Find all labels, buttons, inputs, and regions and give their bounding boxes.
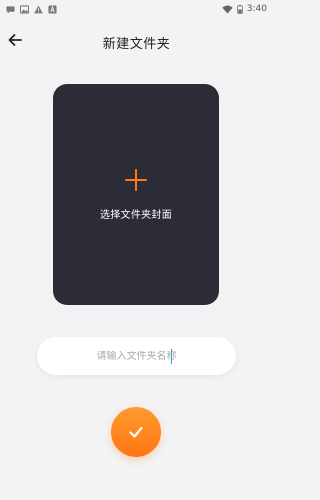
status-right-icons: 3:40 xyxy=(222,4,267,14)
select-cover-button[interactable]: 选择文件夹封面 xyxy=(53,84,219,305)
confirm-button[interactable] xyxy=(111,407,161,457)
message-icon xyxy=(6,5,15,14)
wifi-icon xyxy=(222,4,233,14)
status-bar: 3:40 xyxy=(0,0,273,18)
new-folder-screen: 3:40 新建文件夹 选择文件夹封面 xyxy=(0,0,273,500)
battery-icon xyxy=(237,4,243,14)
select-cover-label: 选择文件夹封面 xyxy=(99,210,173,221)
image-icon xyxy=(20,4,29,14)
check-icon xyxy=(129,426,143,438)
folder-name-field[interactable] xyxy=(37,337,236,375)
warning-icon xyxy=(34,4,43,13)
plus-icon xyxy=(125,169,147,191)
page-title: 新建文件夹 xyxy=(102,37,171,52)
header: 新建文件夹 xyxy=(0,26,273,56)
status-left-icons xyxy=(6,4,57,14)
status-time: 3:40 xyxy=(246,4,267,14)
folder-name-input[interactable] xyxy=(46,350,227,362)
a-icon xyxy=(48,4,57,14)
text-caret xyxy=(171,349,172,364)
